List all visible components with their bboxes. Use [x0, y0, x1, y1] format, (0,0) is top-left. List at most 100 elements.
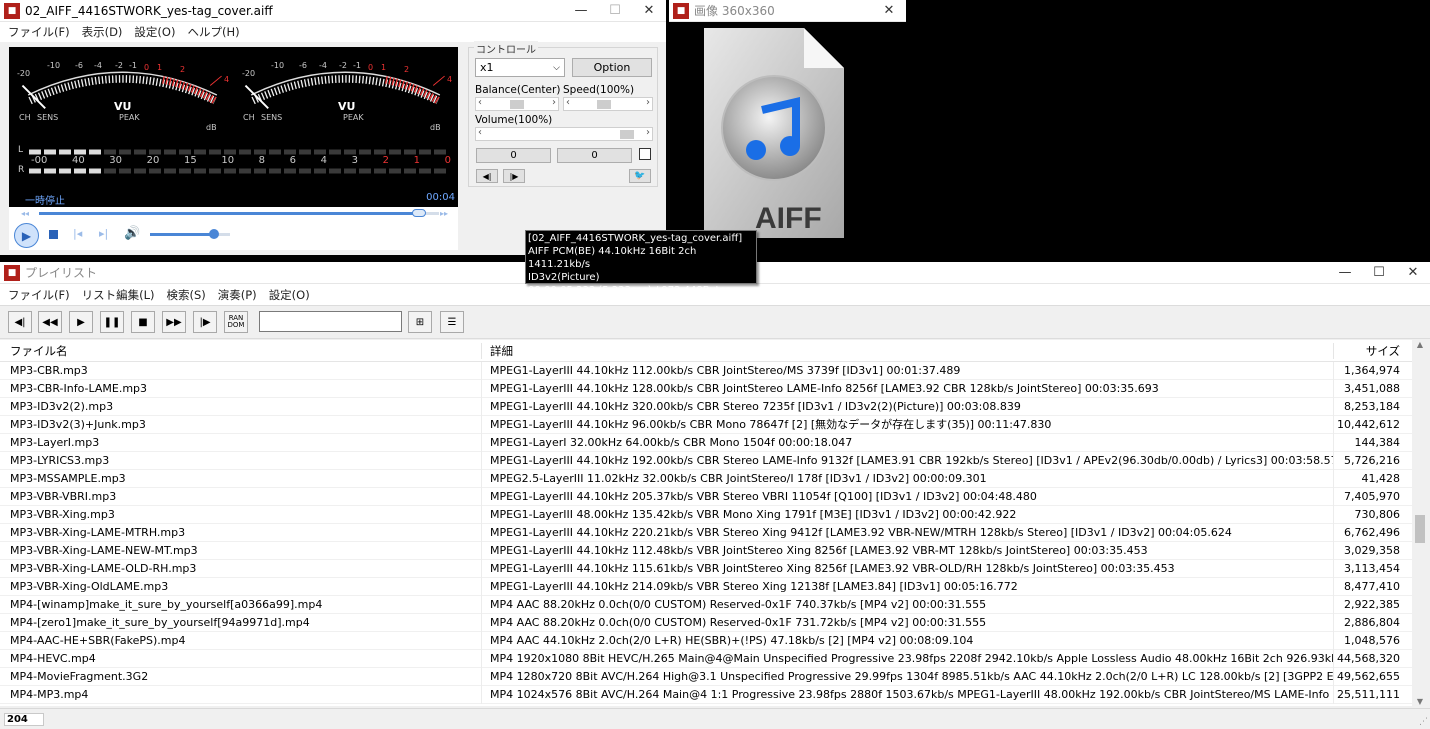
control-group: コントロール x1 ⌵ Option Balance(Center) Speed… [468, 41, 658, 187]
table-row[interactable]: MP3-VBR-Xing-OldLAME.mp3 MPEG1-LayerIII 4… [0, 577, 1412, 596]
volume-thumb[interactable] [209, 229, 219, 239]
scroll-up-icon[interactable]: ▲ [1412, 340, 1428, 354]
column-header-size[interactable]: サイズ [1334, 343, 1410, 359]
maximize-button[interactable]: ☐ [1362, 262, 1396, 284]
peak-label: PEAK [343, 113, 364, 122]
file-name-cell: MP4-AAC-HE+SBR(FakePS).mp4 [0, 631, 482, 650]
file-name-cell: MP3-VBR-VBRI.mp3 [0, 487, 482, 506]
next-button[interactable]: ▸| [99, 227, 108, 240]
size-cell: 1,048,576 [1344, 633, 1400, 647]
table-row[interactable]: MP3-LYRICS3.mp3 MPEG1-LayerIII 44.10kHz 1… [0, 451, 1412, 470]
fast-forward-button[interactable]: ▶▶ [162, 311, 186, 333]
table-row[interactable]: MP3-LayerI.mp3 MPEG1-LayerI 32.00kHz 64.0… [0, 433, 1412, 452]
speed-select[interactable]: x1 ⌵ [475, 58, 565, 77]
column-header-name[interactable]: ファイル名 [0, 342, 482, 359]
playlist-scrollbar[interactable]: ▲ ▼ [1412, 340, 1428, 706]
menu-help[interactable]: ヘルプ(H) [181, 24, 245, 40]
table-row[interactable]: MP3-VBR-Xing-LAME-NEW-MT.mp3 MPEG1-LayerI… [0, 541, 1412, 560]
table-row[interactable]: MP3-VBR-Xing-LAME-MTRH.mp3 MPEG1-LayerIII… [0, 523, 1412, 542]
table-row[interactable]: MP4-[zero1]make_it_sure_by_yourself[94a9… [0, 613, 1412, 632]
table-row[interactable]: MP3-CBR-Info-LAME.mp3 MPEG1-LayerIII 44.1… [0, 379, 1412, 398]
play-button[interactable]: ▶ [14, 223, 39, 248]
table-row[interactable]: MP4-MP3.mp4 MP4 1024x576 8Bit AVC/H.264 M… [0, 685, 1412, 704]
scroll-down-icon[interactable]: ▼ [1412, 697, 1428, 706]
zoom-in-icon[interactable]: ⊞ [408, 311, 432, 333]
table-body: MP3-CBR.mp3 MPEG1-LayerIII 44.10kHz 112.0… [0, 361, 1412, 704]
rewind-button[interactable]: ◀◀ [38, 311, 62, 333]
value-box-right: 0 [557, 148, 632, 163]
playlist-menu-play[interactable]: 演奏(P) [212, 287, 263, 303]
vu-label-left: VU [114, 100, 132, 113]
stop-button[interactable] [49, 230, 58, 239]
size-cell: 3,113,454 [1344, 561, 1400, 575]
skip-forward-button[interactable]: |▶ [503, 169, 525, 183]
size-cell: 49,562,655 [1337, 669, 1400, 683]
arrow-left-icon: ‹ [566, 97, 570, 108]
skip-back-button[interactable]: ◀| [476, 169, 498, 183]
skip-forward-button[interactable]: |▶ [193, 311, 217, 333]
play-button[interactable]: ▶ [69, 311, 93, 333]
table-row[interactable]: MP3-VBR-VBRI.mp3 MPEG1-LayerIII 44.10kHz … [0, 487, 1412, 506]
menu-view[interactable]: 表示(D) [76, 24, 129, 40]
control-checkbox[interactable] [639, 148, 651, 160]
detail-cell: MPEG1-LayerIII 44.10kHz 192.00kb/s CBR S… [482, 451, 1334, 470]
pause-button[interactable]: ❚❚ [100, 311, 124, 333]
random-icon[interactable]: RAN DOM [224, 311, 248, 333]
table-row[interactable]: MP3-CBR.mp3 MPEG1-LayerIII 44.10kHz 112.0… [0, 361, 1412, 380]
column-header-detail[interactable]: 詳細 [482, 342, 1334, 359]
vu-scale-label: 0 [368, 63, 374, 72]
arrow-left-icon: ‹ [478, 97, 482, 108]
db-label: dB [430, 123, 441, 132]
table-row[interactable]: MP3-VBR-Xing-LAME-OLD-RH.mp3 MPEG1-LayerI… [0, 559, 1412, 578]
table-row[interactable]: MP4-AAC-HE+SBR(FakePS).mp4 MP4 AAC 44.10k… [0, 631, 1412, 650]
bar-scale-label: 4 [320, 155, 328, 166]
size-cell: 25,511,111 [1337, 687, 1400, 701]
minimize-button[interactable]: — [1328, 262, 1362, 284]
file-name-cell: MP4-MP3.mp4 [0, 685, 482, 704]
vu-scale-label: 1 [157, 63, 163, 72]
table-row[interactable]: MP4-[winamp]make_it_sure_by_yourself[a03… [0, 595, 1412, 614]
table-row[interactable]: MP4-HEVC.mp4 MP4 1920x1080 8Bit HEVC/H.26… [0, 649, 1412, 668]
seek-thumb[interactable] [412, 209, 426, 217]
speed-thumb[interactable] [597, 100, 611, 109]
size-cell: 10,442,612 [1337, 417, 1400, 431]
close-button[interactable]: ✕ [872, 0, 906, 22]
menu-settings[interactable]: 設定(O) [128, 24, 181, 40]
skip-back-button[interactable]: ◀| [8, 311, 32, 333]
close-button[interactable]: ✕ [1396, 262, 1430, 284]
twitter-icon[interactable]: 🐦 [629, 169, 651, 183]
menu-file[interactable]: ファイル(F) [2, 24, 76, 40]
close-button[interactable]: ✕ [632, 0, 666, 22]
resize-grip-icon[interactable]: ⋰ [1419, 717, 1428, 727]
list-view-icon[interactable]: ☰ [440, 311, 464, 333]
minimize-button[interactable]: — [564, 0, 598, 22]
speed-slider[interactable]: ‹ › [563, 97, 653, 111]
detail-cell: MPEG1-LayerIII 44.10kHz 128.00kb/s CBR J… [482, 379, 1334, 398]
table-row[interactable]: MP3-MSSAMPLE.mp3 MPEG2.5-LayerIII 11.02kH… [0, 469, 1412, 488]
playlist-menu-search[interactable]: 検索(S) [160, 287, 211, 303]
scroll-thumb[interactable] [1415, 515, 1425, 543]
vu-scale-label: -4 [94, 61, 102, 70]
previous-button[interactable]: |◂ [73, 227, 82, 240]
balance-slider[interactable]: ‹ › [475, 97, 559, 111]
playlist-menu-settings[interactable]: 設定(O) [263, 287, 316, 303]
table-row[interactable]: MP3-VBR-Xing.mp3 MPEG1-LayerIII 48.00kHz … [0, 505, 1412, 524]
file-name-cell: MP3-ID3v2(2).mp3 [0, 397, 482, 416]
table-row[interactable]: MP4-MovieFragment.3G2 MP4 1280x720 8Bit A… [0, 667, 1412, 686]
speaker-icon[interactable]: 🔊 [124, 226, 140, 241]
playlist-menu-file[interactable]: ファイル(F) [2, 287, 76, 303]
peak-label: PEAK [119, 113, 140, 122]
playlist-search-input[interactable] [259, 311, 402, 332]
option-button[interactable]: Option [572, 58, 652, 77]
size-cell: 8,477,410 [1344, 579, 1400, 593]
balance-thumb[interactable] [510, 100, 524, 109]
maximize-button[interactable]: ☐ [598, 0, 632, 22]
seek-bar[interactable]: ◂◂ ▸▸ [9, 207, 458, 221]
stop-button[interactable]: ■ [131, 311, 155, 333]
playlist-menu-edit[interactable]: リスト編集(L) [76, 287, 161, 303]
table-row[interactable]: MP3-ID3v2(2).mp3 MPEG1-LayerIII 44.10kHz … [0, 397, 1412, 416]
volume-slider-thumb[interactable] [620, 130, 634, 139]
volume-track[interactable] [150, 229, 230, 239]
table-row[interactable]: MP3-ID3v2(3)+Junk.mp3 MPEG1-LayerIII 44.1… [0, 415, 1412, 434]
volume-slider[interactable]: ‹ › [475, 127, 653, 141]
